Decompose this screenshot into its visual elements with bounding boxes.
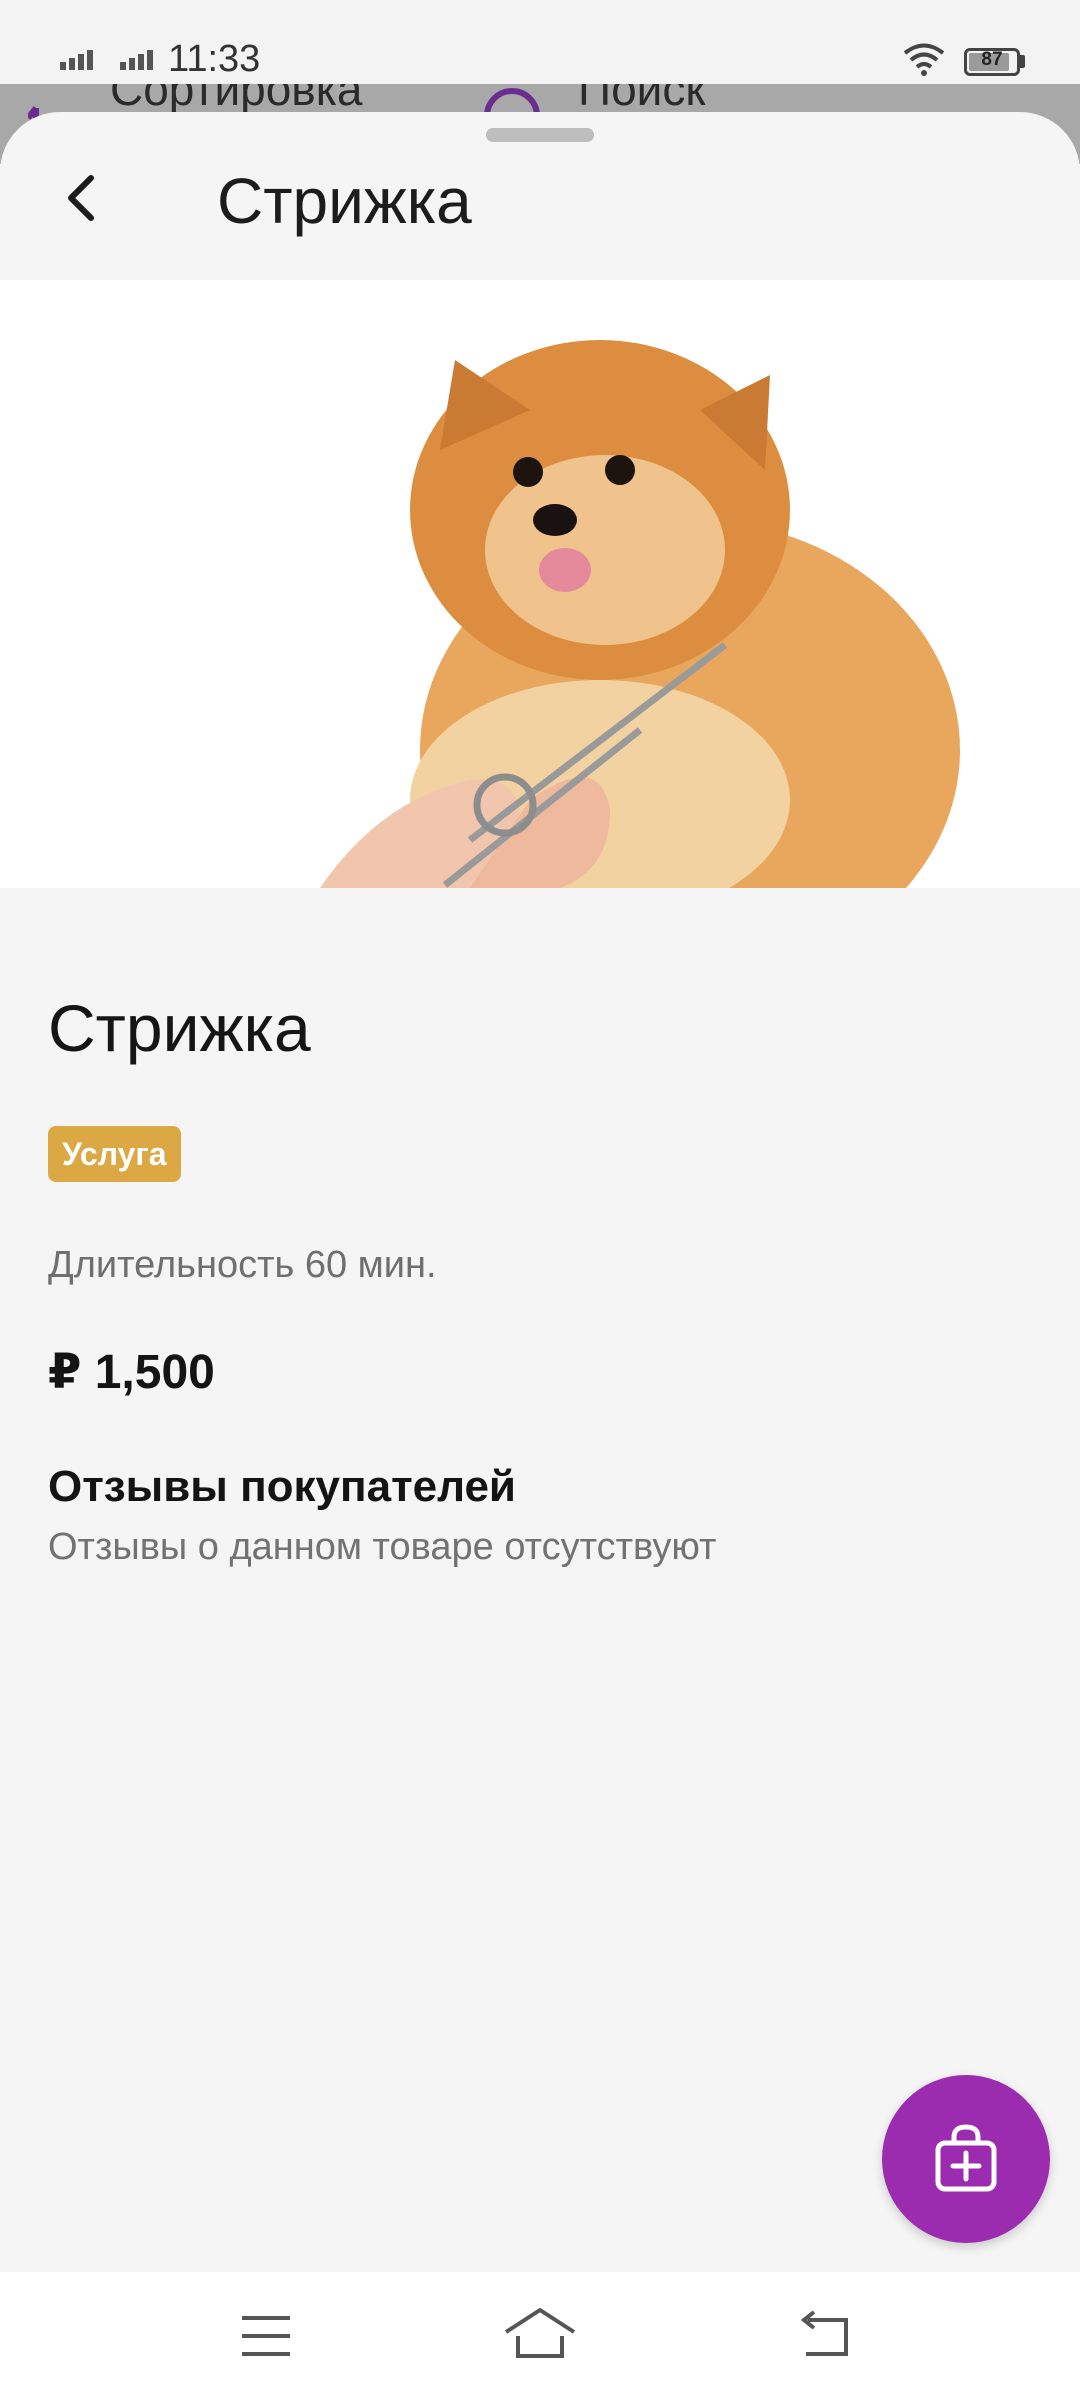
home-icon[interactable] (502, 2306, 578, 2362)
status-time: 11:33 (168, 38, 261, 80)
sheet-title: Стрижка (217, 165, 472, 237)
battery-percent: 87 (981, 49, 1003, 70)
battery-icon: 87 (964, 48, 1020, 76)
chevron-left-icon[interactable] (44, 160, 120, 236)
service-badge: Услуга (48, 1126, 181, 1182)
product-title: Стрижка (48, 991, 311, 1065)
reviews-heading: Отзывы покупателей (48, 1462, 516, 1511)
system-nav-bar (0, 2272, 1080, 2400)
price: ₽ 1,500 (48, 1346, 215, 1399)
reviews-empty-text: Отзывы о данном товаре отсутствуют (48, 1526, 717, 1568)
add-to-bag-icon (935, 2124, 997, 2192)
sheet-header: Стрижка (0, 112, 1080, 280)
pomeranian-grooming-photo (0, 280, 1080, 888)
product-sheet: Стрижка Стрижка Услуга Длительность 60 м… (0, 112, 1080, 2272)
signal-icon (120, 50, 153, 70)
status-bar: 11:33 87 (0, 0, 1080, 84)
duration-text: Длительность 60 мин. (48, 1244, 437, 1286)
product-image (0, 280, 1080, 888)
menu-icon[interactable] (238, 2312, 294, 2360)
add-to-cart-button[interactable] (882, 2075, 1050, 2243)
battery-tip (1020, 55, 1025, 68)
signal-icon (60, 50, 93, 70)
wifi-icon (903, 43, 945, 76)
back-icon[interactable] (794, 2310, 854, 2360)
